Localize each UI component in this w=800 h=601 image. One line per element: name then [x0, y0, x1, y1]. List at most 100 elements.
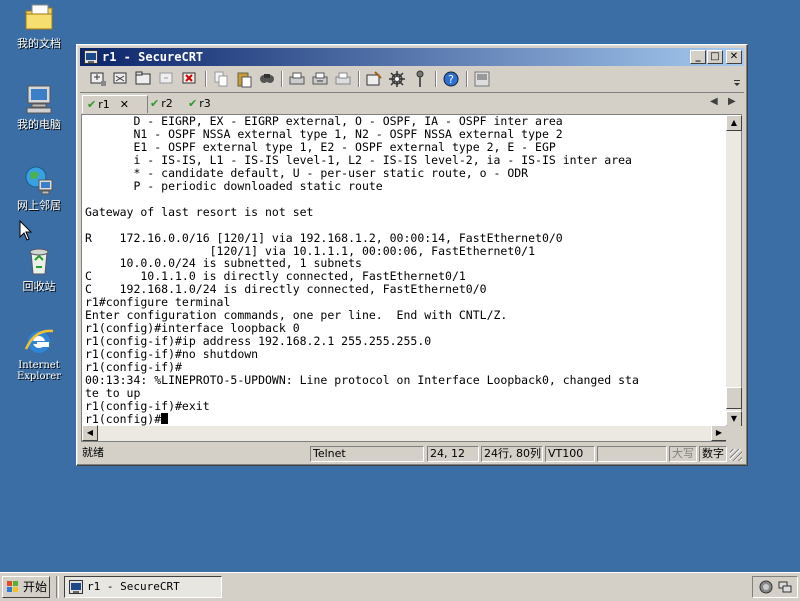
- desktop-icon-my-computer[interactable]: 我的电脑: [4, 83, 74, 131]
- terminal-line: R 172.16.0.0/16 [120/1] via 192.168.1.2,…: [85, 230, 563, 245]
- network-places-icon: [23, 164, 55, 196]
- title-bar[interactable]: r1 - SecureCRT _ □ ✕: [80, 48, 744, 66]
- tab-close-icon[interactable]: ✕: [120, 98, 129, 111]
- system-tray: [752, 576, 798, 598]
- start-button[interactable]: 开始: [2, 576, 50, 598]
- desktop-icon-label: 网上邻居: [17, 199, 61, 212]
- taskbar-button-label: r1 - SecureCRT: [87, 580, 180, 593]
- status-ready: 就绪: [82, 446, 104, 459]
- paste-icon[interactable]: [234, 69, 254, 89]
- scroll-corner: [726, 426, 742, 442]
- terminal-line: N1 - OSPF NSSA external type 1, N2 - OSP…: [85, 126, 563, 141]
- my-documents-icon: [23, 2, 55, 34]
- toolbar-overflow-icon[interactable]: [732, 69, 742, 89]
- scroll-left-icon[interactable]: ◀: [82, 425, 98, 441]
- terminal-line: E1 - OSPF external type 1, E2 - OSPF ext…: [85, 139, 556, 154]
- tab-r2[interactable]: ✔ r2: [150, 95, 184, 112]
- status-num: 数字: [699, 446, 727, 462]
- text-cursor-icon: [161, 412, 169, 424]
- connected-check-icon: ✔: [87, 98, 97, 111]
- copy-icon[interactable]: [211, 69, 231, 89]
- tab-scroll-right-icon[interactable]: ▶: [728, 96, 736, 107]
- desktop-icon-label: Internet Explorer: [16, 360, 62, 382]
- desktop-icon-internet-explorer[interactable]: Internet Explorer: [4, 325, 74, 382]
- desktop-icon-network-places[interactable]: 网上邻居: [4, 164, 74, 212]
- horizontal-scrollbar[interactable]: ◀ ▶: [81, 425, 727, 442]
- status-bar: 就绪 Telnet 24, 12 24行, 80列 VT100 大写 数字: [80, 445, 744, 463]
- terminal-line: P - periodic downloaded static route: [85, 178, 383, 193]
- terminal-line: i - IS-IS, L1 - IS-IS level-1, L2 - IS-I…: [85, 152, 632, 167]
- session-options-icon[interactable]: [364, 69, 384, 89]
- desktop-icon-label: 回收站: [22, 280, 56, 293]
- mouse-pointer-icon: [19, 219, 33, 242]
- maximize-button[interactable]: □: [707, 50, 723, 64]
- close-button[interactable]: ✕: [726, 50, 742, 64]
- print-setup-icon[interactable]: [333, 69, 353, 89]
- quick-connect-icon[interactable]: [111, 69, 131, 89]
- desktop-icon-label: 我的文档: [17, 37, 61, 50]
- tab-label: r3: [199, 97, 211, 110]
- securecrt-app-icon: [84, 50, 98, 64]
- tab-r3[interactable]: ✔ r3: [188, 95, 222, 112]
- print-icon[interactable]: [287, 69, 307, 89]
- global-options-icon[interactable]: [387, 69, 407, 89]
- status-cursor-position: 24, 12: [427, 446, 479, 462]
- taskbar-separator: [56, 576, 59, 598]
- status-emulation: VT100: [545, 446, 595, 462]
- scrollbar-thumb[interactable]: [726, 387, 742, 409]
- find-icon[interactable]: [257, 69, 277, 89]
- terminal-line: r1(config-if)#exit: [85, 398, 210, 413]
- tab-scroll-left-icon[interactable]: ◀: [710, 96, 718, 107]
- minimize-button[interactable]: _: [690, 50, 706, 64]
- session-tabs: ✔ r1 ✕ ✔ r2 ✔ r3 ◀ ▶: [80, 92, 744, 113]
- desktop-icon-recycle-bin[interactable]: 回收站: [4, 245, 74, 293]
- securecrt-app-icon: [69, 580, 83, 594]
- taskbar-button-securecrt[interactable]: r1 - SecureCRT: [64, 576, 222, 598]
- connected-check-icon: ✔: [150, 97, 160, 110]
- vertical-scrollbar[interactable]: ▲ ▼: [726, 114, 742, 427]
- tray-network-icon[interactable]: [759, 580, 773, 594]
- status-protocol: Telnet: [310, 446, 424, 462]
- tray-connection-icon[interactable]: [778, 580, 792, 594]
- tab-label: r2: [161, 97, 173, 110]
- tab-label: r1: [98, 98, 110, 111]
- desktop-icon-my-documents[interactable]: 我的文档: [4, 2, 74, 50]
- disconnect-icon[interactable]: [180, 69, 200, 89]
- toolbar-separator: [205, 71, 207, 87]
- internet-explorer-icon: [23, 325, 55, 357]
- connected-check-icon: ✔: [188, 97, 198, 110]
- scroll-up-icon[interactable]: ▲: [726, 115, 742, 131]
- terminal-line: * - candidate default, U - per-user stat…: [85, 165, 529, 180]
- print-selection-icon[interactable]: [310, 69, 330, 89]
- svg-text:?: ?: [448, 73, 454, 86]
- toolbar-separator: [435, 71, 437, 87]
- toolbar-separator: [281, 71, 283, 87]
- windows-flag-icon: [6, 580, 20, 594]
- taskbar: 开始 r1 - SecureCRT: [0, 572, 800, 601]
- reconnect-icon[interactable]: [157, 69, 177, 89]
- terminal-line: Gateway of last resort is not set: [85, 204, 314, 219]
- status-caps: 大写: [669, 446, 697, 462]
- my-computer-icon: [23, 83, 55, 115]
- status-dimensions: 24行, 80列: [481, 446, 543, 462]
- connect-icon[interactable]: [88, 69, 108, 89]
- window-title: r1 - SecureCRT: [102, 50, 204, 64]
- scroll-down-icon[interactable]: ▼: [726, 411, 742, 427]
- help-icon[interactable]: ?: [441, 69, 461, 89]
- resize-grip-icon[interactable]: [730, 449, 742, 461]
- terminal-output[interactable]: D - EIGRP, EX - EIGRP external, O - OSPF…: [81, 114, 727, 428]
- toolbar-separator: [358, 71, 360, 87]
- terminal-prompt-line: r1(config)#: [85, 411, 727, 426]
- connect-in-tab-icon[interactable]: [134, 69, 154, 89]
- terminal-prompt: r1(config)#: [85, 411, 162, 426]
- start-label: 开始: [23, 580, 48, 594]
- sftp-icon[interactable]: [472, 69, 492, 89]
- securecrt-window: r1 - SecureCRT _ □ ✕ ? ✔ r1 ✕ ✔ r2 ✔ r3 …: [76, 44, 748, 466]
- scroll-right-icon[interactable]: ▶: [711, 425, 727, 441]
- keymap-icon[interactable]: [410, 69, 430, 89]
- terminal-text: D - EIGRP, EX - EIGRP external, O - OSPF…: [82, 115, 727, 426]
- tab-r1[interactable]: ✔ r1 ✕: [82, 95, 148, 113]
- terminal-line: 00:13:34: %LINEPROTO-5-UPDOWN: Line prot…: [85, 373, 639, 388]
